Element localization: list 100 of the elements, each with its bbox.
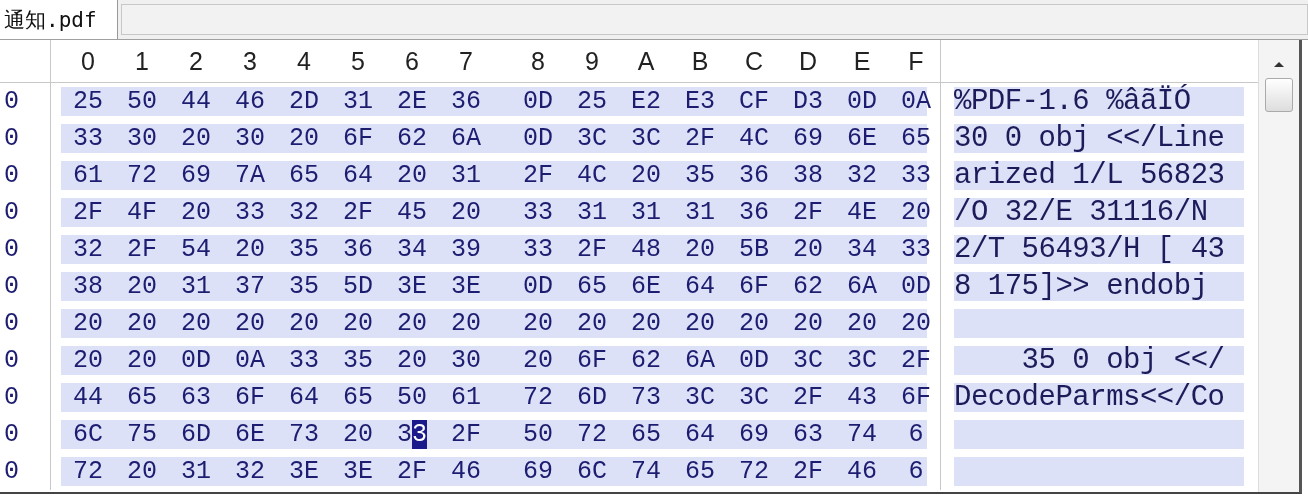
ascii-text: 35 0 obj <</ (1020, 344, 1225, 377)
hex-byte: 4F (126, 198, 158, 227)
ascii-text: 2/T 56493/H [ 43 (954, 233, 1225, 266)
hex-byte: 3C (684, 383, 716, 412)
scrollbar-thumb[interactable] (1265, 78, 1293, 112)
ascii-text: 8 175]>> endobj (954, 270, 1208, 303)
hex-byte: 6E (234, 420, 266, 449)
hex-byte: 72 (522, 383, 554, 412)
hex-byte: 6E (846, 124, 878, 153)
hex-byte: 65 (630, 420, 662, 449)
ascii-text: arized 1/L 56823 (954, 159, 1225, 192)
hex-byte: 2F (396, 457, 428, 486)
hex-byte: 36 (342, 235, 374, 264)
hex-byte: 36 (738, 161, 770, 190)
hex-byte: 20 (234, 309, 266, 338)
hex-byte: 61 (450, 383, 482, 412)
hex-byte: 65 (342, 383, 374, 412)
hex-byte: 0A (234, 346, 266, 375)
hex-byte: 20 (126, 457, 158, 486)
hex-byte: 64 (288, 383, 320, 412)
hex-byte: 46 (450, 457, 482, 486)
hex-byte: 32 (234, 457, 266, 486)
hex-byte: 0D (846, 87, 878, 116)
hex-byte: 44 (72, 383, 104, 412)
hex-byte: 7A (234, 161, 266, 190)
hex-byte: 35 (342, 346, 374, 375)
hex-byte: 3C (846, 346, 878, 375)
scroll-up-icon[interactable] (1273, 60, 1285, 68)
hex-byte: 6A (846, 272, 878, 301)
hex-digit: 3 (397, 420, 412, 449)
hex-byte: 20 (72, 309, 104, 338)
column-header: 0 (80, 47, 96, 76)
hex-byte: 4C (576, 161, 608, 190)
offset-label: 0 (4, 346, 19, 375)
hex-byte: 0D (900, 272, 932, 301)
hex-byte: 2F (450, 420, 482, 449)
hex-byte: 46 (234, 87, 266, 116)
hex-byte: 0A (900, 87, 932, 116)
hex-byte: 6A (450, 124, 482, 153)
hex-byte: 65 (684, 457, 716, 486)
hex-byte: 33 (522, 198, 554, 227)
hex-byte: 50 (522, 420, 554, 449)
hex-byte: 30 (234, 124, 266, 153)
hex-byte: 2D (288, 87, 320, 116)
hex-byte: 35 (288, 272, 320, 301)
offset-label: 0 (4, 457, 19, 486)
hex-byte: 20 (396, 309, 428, 338)
hex-byte: 2F (684, 124, 716, 153)
hex-byte: 32 (72, 235, 104, 264)
hex-byte: 63 (180, 383, 212, 412)
file-tab[interactable]: 通知.pdf (0, 0, 118, 39)
hex-byte: 37 (234, 272, 266, 301)
hex-byte: 33 (900, 161, 932, 190)
hex-byte: D3 (792, 87, 824, 116)
hex-byte: 20 (180, 124, 212, 153)
hex-byte: 72 (126, 161, 158, 190)
hex-byte: 72 (576, 420, 608, 449)
hex-byte: 4C (738, 124, 770, 153)
hex-byte: 3E (342, 457, 374, 486)
hex-byte: 20 (342, 309, 374, 338)
hex-byte: 20 (738, 309, 770, 338)
hex-byte: 32 (288, 198, 320, 227)
hex-byte: 20 (180, 198, 212, 227)
hex-byte: 38 (72, 272, 104, 301)
hex-byte: 33 (900, 235, 932, 264)
hex-byte: 31 (630, 198, 662, 227)
ascii-text: DecodeParms<</Co (954, 381, 1225, 414)
hex-byte: 2F (72, 198, 104, 227)
hex-byte: 69 (180, 161, 212, 190)
hex-byte: 36 (738, 198, 770, 227)
hex-byte: 61 (72, 161, 104, 190)
hex-byte: 2E (396, 87, 428, 116)
hex-byte: 6F (342, 124, 374, 153)
hex-byte: 62 (396, 124, 428, 153)
hex-byte: 4E (846, 198, 878, 227)
column-header: 9 (584, 47, 600, 76)
hex-byte: 6A (684, 346, 716, 375)
hex-byte: 30 (450, 346, 482, 375)
hex-byte: 72 (738, 457, 770, 486)
column-header: D (797, 47, 819, 76)
hex-byte: 20 (234, 235, 266, 264)
hex-byte: 65 (288, 161, 320, 190)
hex-byte: 31 (180, 457, 212, 486)
hex-byte: 2F (900, 346, 932, 375)
hex-byte: 54 (180, 235, 212, 264)
hex-byte: 35 (288, 235, 320, 264)
hex-byte: 20 (684, 235, 716, 264)
hex-byte: 6F (234, 383, 266, 412)
offset-label: 0 (4, 383, 19, 412)
hex-byte: 36 (450, 87, 482, 116)
hex-byte: 20 (522, 346, 554, 375)
column-header: 5 (350, 47, 366, 76)
column-header: 1 (134, 47, 150, 76)
hex-byte: 64 (342, 161, 374, 190)
hex-byte: 5D (342, 272, 374, 301)
hex-byte: 45 (396, 198, 428, 227)
hex-byte: CF (738, 87, 770, 116)
hex-byte: 34 (846, 235, 878, 264)
hex-byte: 50 (396, 383, 428, 412)
hex-byte: 69 (738, 420, 770, 449)
